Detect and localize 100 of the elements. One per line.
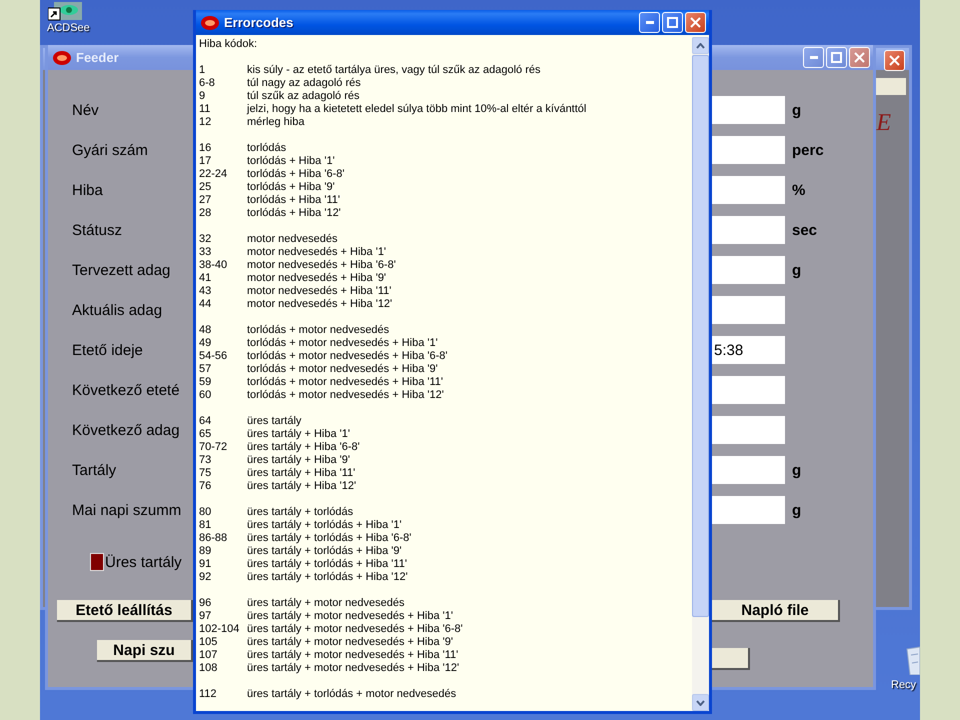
- error-description: torlódás + Hiba '6-8': [247, 168, 344, 181]
- error-description: torlódás + motor nedvesedés + Hiba '1': [247, 337, 438, 350]
- error-description: motor nedvesedés: [247, 233, 338, 246]
- log-file-button[interactable]: Napló file: [712, 600, 840, 622]
- error-description: üres tartály + motor nedvesedés + Hiba '11': [247, 649, 458, 662]
- error-code: 81: [199, 519, 212, 532]
- error-code: 28: [199, 207, 212, 220]
- error-description: üres tartály: [247, 415, 302, 428]
- error-description: üres tartály + motor nedvesedés + Hiba '1': [247, 610, 453, 623]
- error-code: 59: [199, 376, 212, 389]
- error-description: torlódás + motor nedvesedés: [247, 324, 390, 337]
- error-code: 9: [199, 90, 206, 103]
- error-description: üres tartály + torlódás + Hiba '1': [247, 519, 402, 532]
- error-description: torlódás: [247, 142, 286, 155]
- icon-label[interactable]: ACDSee: [47, 22, 90, 34]
- input-field[interactable]: [712, 136, 785, 164]
- unit-label: %: [792, 182, 806, 198]
- field-label: Tervezett adag: [72, 262, 170, 278]
- scrollbar[interactable]: [692, 37, 709, 711]
- unit-label: perc: [792, 142, 824, 158]
- error-description: motor nedvesedés + Hiba '12': [247, 298, 392, 311]
- error-code: 49: [199, 337, 212, 350]
- error-code: 38-40: [199, 259, 228, 272]
- scroll-thumb[interactable]: [692, 55, 709, 617]
- unit-label: g: [792, 262, 802, 278]
- error-description: üres tartály + Hiba '6-8': [247, 441, 360, 454]
- input-field[interactable]: [712, 256, 785, 284]
- error-description: motor nedvesedés + Hiba '6-8': [247, 259, 396, 272]
- scroll-up-button[interactable]: [692, 37, 709, 54]
- close-button[interactable]: [685, 12, 706, 33]
- error-description: jelzi, hogy ha a kietetett eledel súlya több mint 10%-al eltér a kívánttól: [247, 103, 586, 116]
- scroll-down-button[interactable]: [692, 694, 709, 711]
- input-field[interactable]: [712, 456, 785, 484]
- error-code: 6-8: [199, 77, 216, 90]
- input-field[interactable]: 5:38: [712, 336, 785, 364]
- error-code: 97: [199, 610, 212, 623]
- close-button[interactable]: [884, 50, 905, 71]
- error-description: üres tartály + Hiba '11': [247, 467, 356, 480]
- error-description: túl szűk az adagoló rés: [247, 90, 360, 103]
- error-code: 76: [199, 480, 212, 493]
- error-code: 107: [199, 649, 218, 662]
- error-code: 11: [199, 103, 212, 116]
- input-field[interactable]: [712, 296, 785, 324]
- icon-label[interactable]: Recy: [891, 679, 916, 691]
- logo-text: E: [876, 110, 891, 137]
- close-icon: [889, 55, 900, 66]
- app-icon: [201, 16, 219, 30]
- error-code: 65: [199, 428, 212, 441]
- recycle-bin-icon[interactable]: [905, 645, 920, 675]
- button[interactable]: [712, 648, 750, 670]
- app-shortcut-icon[interactable]: [48, 2, 82, 22]
- maximize-button[interactable]: [662, 12, 683, 33]
- error-code: 17: [199, 155, 212, 168]
- error-code: 57: [199, 363, 212, 376]
- error-code: 86-88: [199, 532, 228, 545]
- error-code: 105: [199, 636, 218, 649]
- close-icon: [854, 52, 865, 63]
- daily-sum-button[interactable]: Napi szu: [97, 640, 193, 662]
- error-description: torlódás + Hiba '11': [247, 194, 340, 207]
- minimize-button[interactable]: [639, 12, 660, 33]
- error-description: torlódás + motor nedvesedés + Hiba '11': [247, 376, 444, 389]
- error-description: torlódás + Hiba '1': [247, 155, 335, 168]
- unit-label: sec: [792, 222, 818, 238]
- chevron-up-icon: [696, 42, 705, 48]
- error-description: üres tartály + torlódás + Hiba '12': [247, 571, 408, 584]
- input-field[interactable]: [712, 416, 785, 444]
- input-field[interactable]: [712, 496, 785, 524]
- error-code: 108: [199, 662, 218, 675]
- heading-text: Hiba kódok:: [199, 38, 258, 51]
- field-label: Következő eteté: [72, 382, 180, 398]
- error-description: üres tartály + motor nedvesedés + Hiba '6-8': [247, 623, 463, 636]
- error-code: 75: [199, 467, 212, 480]
- error-description: üres tartály + Hiba '12': [247, 480, 356, 493]
- input-field[interactable]: [712, 376, 785, 404]
- error-description: torlódás + motor nedvesedés + Hiba '6-8': [247, 350, 448, 363]
- minimize-icon: [646, 21, 654, 24]
- maximize-icon: [667, 17, 678, 28]
- error-description: torlódás + Hiba '12': [247, 207, 341, 220]
- error-description: üres tartály + torlódás + Hiba '9': [247, 545, 402, 558]
- input-field[interactable]: [712, 176, 785, 204]
- unit-label: g: [792, 102, 802, 118]
- error-code: 102-104: [199, 623, 240, 636]
- input-field[interactable]: [712, 96, 785, 124]
- field-label: Név: [72, 102, 99, 118]
- stop-feeder-button[interactable]: Etető leállítás: [57, 600, 193, 622]
- error-code: 73: [199, 454, 212, 467]
- error-code: 43: [199, 285, 212, 298]
- error-code: 92: [199, 571, 212, 584]
- error-description: torlódás + motor nedvesedés + Hiba '9': [247, 363, 438, 376]
- error-description: üres tartály + motor nedvesedés: [247, 597, 404, 610]
- input-field[interactable]: [712, 216, 785, 244]
- input-field[interactable]: [876, 78, 906, 95]
- error-description: üres tartály + Hiba '9': [247, 454, 350, 467]
- field-label: Következő adag: [72, 422, 180, 438]
- maximize-icon: [831, 52, 842, 63]
- error-code: 48: [199, 324, 212, 337]
- error-description: mérleg hiba: [247, 116, 304, 129]
- error-description: üres tartály + torlódás + motor nedvesedés: [247, 688, 456, 701]
- unit-label: g: [792, 502, 802, 518]
- error-code: 16: [199, 142, 212, 155]
